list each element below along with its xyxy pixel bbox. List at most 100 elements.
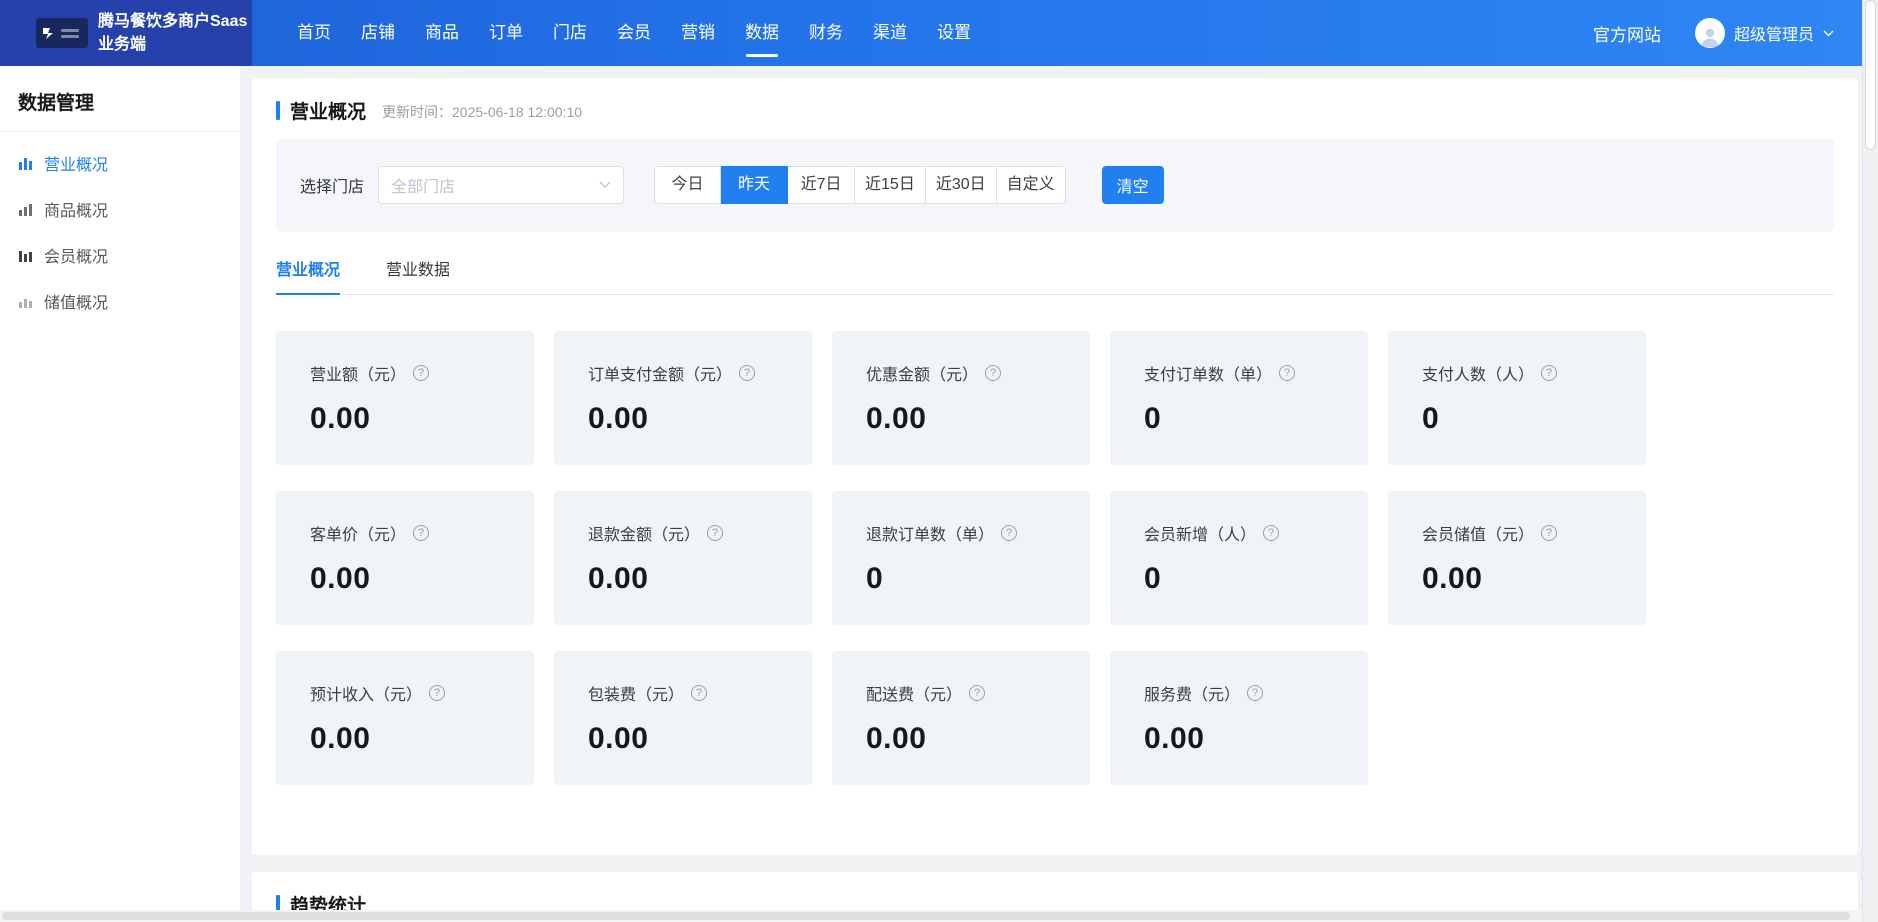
help-icon[interactable]: ? <box>691 685 707 701</box>
horizontal-scrollbar-thumb[interactable] <box>2 912 1850 920</box>
section-header: 营业概况 更新时间：2025-06-18 12:00:10 <box>276 78 1834 122</box>
stat-card-member-stored-value: 会员储值（元）? 0.00 <box>1388 491 1646 625</box>
stat-card-discount-amount: 优惠金额（元）? 0.00 <box>832 331 1090 465</box>
business-overview-card: 营业概况 更新时间：2025-06-18 12:00:10 选择门店 全部门店 … <box>252 78 1858 855</box>
updated-time: 更新时间：2025-06-18 12:00:10 <box>382 99 582 122</box>
stat-card-new-members: 会员新增（人）? 0 <box>1110 491 1368 625</box>
stat-label: 服务费（元） <box>1144 681 1240 705</box>
vertical-scrollbar[interactable] <box>1862 0 1878 922</box>
stat-label: 营业额（元） <box>310 361 406 385</box>
logo-glyph-icon <box>41 25 57 41</box>
vertical-scrollbar-thumb[interactable] <box>1865 0 1876 150</box>
official-website-link[interactable]: 官方网站 <box>1593 21 1661 46</box>
stat-card-service-fee: 服务费（元）? 0.00 <box>1110 651 1368 785</box>
store-select-label: 选择门店 <box>300 173 364 197</box>
nav-item-finance[interactable]: 财务 <box>794 0 858 66</box>
tab-business-overview[interactable]: 营业概况 <box>276 256 340 294</box>
stat-card-refund-amount: 退款金额（元）? 0.00 <box>554 491 812 625</box>
stat-value: 0.00 <box>588 722 812 756</box>
brand-title: 腾马餐饮多商户Saas业务端 <box>98 10 252 56</box>
stat-label: 配送费（元） <box>866 681 962 705</box>
main-content: 营业概况 更新时间：2025-06-18 12:00:10 选择门店 全部门店 … <box>240 66 1862 922</box>
nav-item-data[interactable]: 数据 <box>730 0 794 66</box>
stat-value: 0.00 <box>310 562 534 596</box>
stat-card-revenue: 营业额（元）? 0.00 <box>276 331 534 465</box>
sidebar-title: 数据管理 <box>0 84 240 131</box>
stat-value: 0.00 <box>866 722 1090 756</box>
store-select-placeholder: 全部门店 <box>391 173 455 197</box>
help-icon[interactable]: ? <box>739 365 755 381</box>
help-icon[interactable]: ? <box>1263 525 1279 541</box>
title-accent-bar <box>276 101 280 120</box>
range-button-7days[interactable]: 近7日 <box>788 166 855 204</box>
help-icon[interactable]: ? <box>1541 525 1557 541</box>
chevron-down-icon <box>599 181 611 189</box>
stat-label: 会员储值（元） <box>1422 521 1534 545</box>
horizontal-scrollbar[interactable] <box>0 910 1862 922</box>
stat-label: 预计收入（元） <box>310 681 422 705</box>
page-title: 营业概况 <box>290 97 366 124</box>
top-navbar: 腾马餐饮多商户Saas业务端 首页 店铺 商品 订单 门店 会员 营销 数据 财… <box>0 0 1862 66</box>
nav-item-members[interactable]: 会员 <box>602 0 666 66</box>
stat-label: 客单价（元） <box>310 521 406 545</box>
help-icon[interactable]: ? <box>707 525 723 541</box>
user-menu[interactable]: 超级管理员 <box>1695 18 1834 48</box>
range-button-today[interactable]: 今日 <box>654 166 721 204</box>
stat-label: 退款订单数（单） <box>866 521 994 545</box>
navbar-right: 官方网站 超级管理员 <box>1593 18 1862 48</box>
sidebar-item-business-overview[interactable]: 营业概况 <box>0 140 240 186</box>
help-icon[interactable]: ? <box>413 525 429 541</box>
main-nav: 首页 店铺 商品 订单 门店 会员 营销 数据 财务 渠道 设置 <box>282 0 986 66</box>
range-button-30days[interactable]: 近30日 <box>926 166 997 204</box>
tab-business-data[interactable]: 营业数据 <box>386 256 450 294</box>
help-icon[interactable]: ? <box>1001 525 1017 541</box>
bar-chart-icon <box>18 155 34 171</box>
help-icon[interactable]: ? <box>413 365 429 381</box>
nav-item-orders[interactable]: 订单 <box>474 0 538 66</box>
stat-label: 退款金额（元） <box>588 521 700 545</box>
bar-chart-icon <box>18 247 34 263</box>
help-icon[interactable]: ? <box>969 685 985 701</box>
help-icon[interactable]: ? <box>1541 365 1557 381</box>
sidebar-item-goods-overview[interactable]: 商品概况 <box>0 186 240 232</box>
stat-value: 0.00 <box>1422 562 1646 596</box>
help-icon[interactable]: ? <box>1247 685 1263 701</box>
stat-label: 优惠金额（元） <box>866 361 978 385</box>
range-button-15days[interactable]: 近15日 <box>855 166 926 204</box>
range-button-custom[interactable]: 自定义 <box>997 166 1066 204</box>
stat-value: 0.00 <box>866 402 1090 436</box>
store-select[interactable]: 全部门店 <box>378 166 624 204</box>
clear-button[interactable]: 清空 <box>1102 166 1164 204</box>
stat-card-paying-users: 支付人数（人）? 0 <box>1388 331 1646 465</box>
stat-label: 订单支付金额（元） <box>588 361 732 385</box>
bar-chart-icon <box>18 293 34 309</box>
brand-logo-icon <box>36 18 88 48</box>
date-range-group: 今日 昨天 近7日 近15日 近30日 自定义 <box>654 166 1066 204</box>
nav-item-home[interactable]: 首页 <box>282 0 346 66</box>
sidebar-item-label: 会员概况 <box>44 243 108 267</box>
nav-item-goods[interactable]: 商品 <box>410 0 474 66</box>
help-icon[interactable]: ? <box>1279 365 1295 381</box>
sidebar-item-member-overview[interactable]: 会员概况 <box>0 232 240 278</box>
help-icon[interactable]: ? <box>429 685 445 701</box>
overview-tabs: 营业概况 营业数据 <box>276 256 1834 295</box>
nav-item-marketing[interactable]: 营销 <box>666 0 730 66</box>
stat-card-refund-orders: 退款订单数（单）? 0 <box>832 491 1090 625</box>
stat-value: 0.00 <box>1144 722 1368 756</box>
stat-label: 支付人数（人） <box>1422 361 1534 385</box>
nav-item-stores[interactable]: 门店 <box>538 0 602 66</box>
stat-value: 0 <box>1422 402 1646 436</box>
range-button-yesterday[interactable]: 昨天 <box>721 166 788 204</box>
sidebar-item-stored-value-overview[interactable]: 储值概况 <box>0 278 240 324</box>
sidebar-item-label: 商品概况 <box>44 197 108 221</box>
nav-item-settings[interactable]: 设置 <box>922 0 986 66</box>
stat-card-avg-order-value: 客单价（元）? 0.00 <box>276 491 534 625</box>
logo-caption-decoration <box>61 29 79 38</box>
nav-item-channels[interactable]: 渠道 <box>858 0 922 66</box>
help-icon[interactable]: ? <box>985 365 1001 381</box>
brand: 腾马餐饮多商户Saas业务端 <box>0 0 252 66</box>
stat-value: 0.00 <box>310 402 534 436</box>
stat-card-packaging-fee: 包装费（元）? 0.00 <box>554 651 812 785</box>
stat-value: 0.00 <box>588 402 812 436</box>
nav-item-shop[interactable]: 店铺 <box>346 0 410 66</box>
